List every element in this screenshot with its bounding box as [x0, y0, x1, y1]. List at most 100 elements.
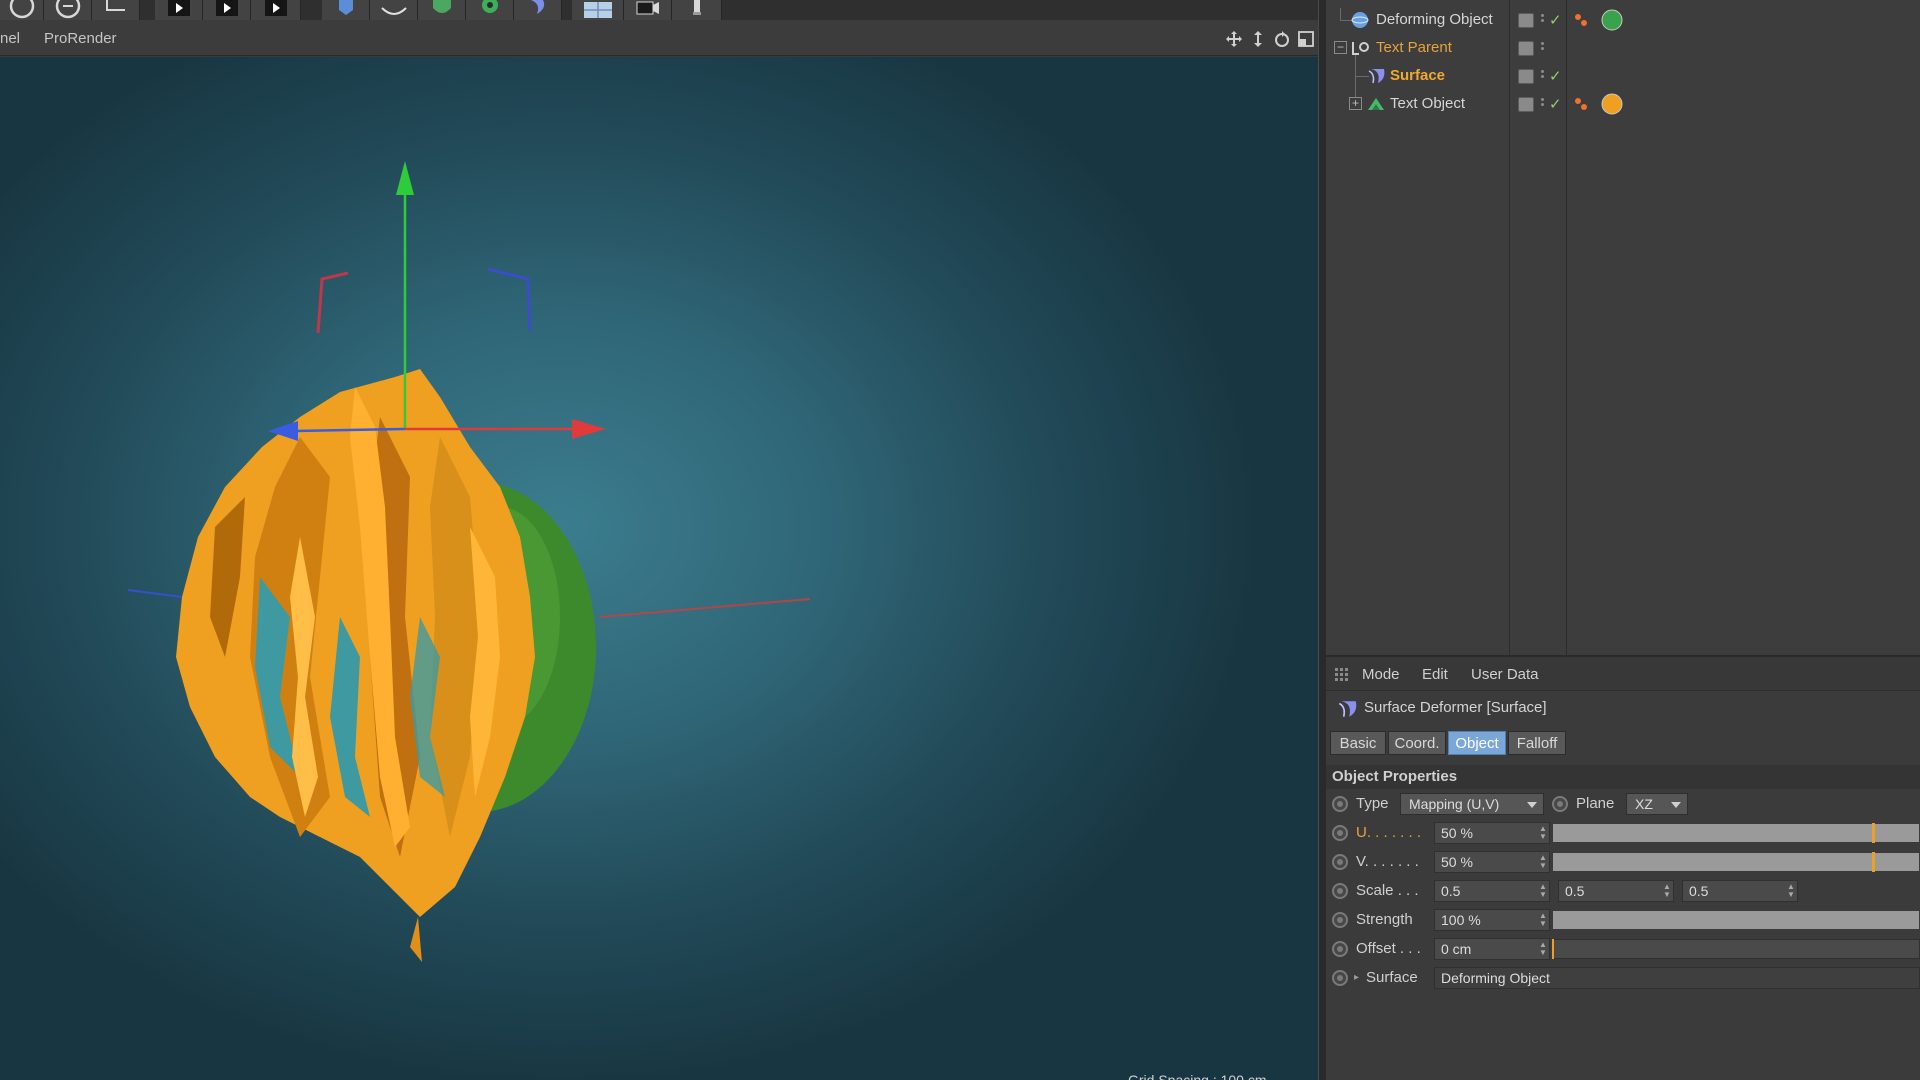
object-name[interactable]: Text Object: [1390, 95, 1465, 112]
scale-x-input[interactable]: 0.5 ▲ ▼: [1434, 880, 1550, 902]
animate-radio-icon[interactable]: [1332, 825, 1348, 841]
offset-value: 0 cm: [1441, 941, 1472, 957]
object-properties-header: Object Properties: [1326, 765, 1920, 789]
surface-deformer-icon: [1368, 69, 1385, 84]
layer-tag-icon[interactable]: [1518, 41, 1534, 56]
orange-material-tag-icon[interactable]: [1572, 93, 1628, 115]
stepper-icon[interactable]: ▲ ▼: [1539, 825, 1547, 841]
object-name[interactable]: Surface: [1390, 67, 1445, 84]
tab-falloff[interactable]: Falloff: [1508, 731, 1566, 755]
plane-dropdown[interactable]: XZ: [1626, 793, 1688, 815]
v-input[interactable]: 50 % ▲ ▼: [1434, 851, 1550, 873]
object-row-deforming-object[interactable]: Deforming Object ✓: [1326, 6, 1920, 34]
animate-radio-icon[interactable]: [1332, 912, 1348, 928]
scale-z-input[interactable]: 0.5 ▲ ▼: [1682, 880, 1798, 902]
strength-input[interactable]: 100 % ▲ ▼: [1434, 909, 1550, 931]
v-slider[interactable]: [1552, 852, 1920, 872]
visibility-dots-icon[interactable]: [1540, 40, 1545, 56]
spline-icon[interactable]: [370, 0, 418, 20]
scale-y-input[interactable]: 0.5 ▲ ▼: [1558, 880, 1674, 902]
enabled-check-icon[interactable]: ✓: [1549, 95, 1562, 113]
surface-link-field[interactable]: Deforming Object: [1434, 967, 1920, 989]
strength-slider[interactable]: [1552, 910, 1920, 930]
collapse-toggle-icon[interactable]: −: [1334, 41, 1347, 54]
animate-radio-icon[interactable]: [1332, 941, 1348, 957]
menu-user-data[interactable]: User Data: [1471, 666, 1539, 683]
deformer-icon[interactable]: [514, 0, 562, 20]
enabled-check-icon[interactable]: ✓: [1549, 67, 1562, 85]
u-slider[interactable]: [1552, 823, 1920, 843]
layer-tag-icon[interactable]: [1518, 97, 1534, 112]
animate-radio-icon[interactable]: [1332, 970, 1348, 986]
render-picture-viewer-icon[interactable]: [203, 0, 251, 20]
move-view-icon[interactable]: [1224, 29, 1244, 49]
object-row-surface[interactable]: Surface ✓: [1326, 62, 1920, 90]
animate-radio-icon[interactable]: [1552, 796, 1568, 812]
visibility-dots-icon[interactable]: [1540, 68, 1545, 84]
stepper-icon[interactable]: ▲ ▼: [1539, 912, 1547, 928]
3d-viewport[interactable]: Grid Spacing : 100 cm: [0, 57, 1318, 1080]
object-name[interactable]: Deforming Object: [1376, 11, 1493, 28]
tab-basic[interactable]: Basic: [1330, 731, 1386, 755]
animate-radio-icon[interactable]: [1332, 883, 1348, 899]
enabled-check-icon[interactable]: ✓: [1549, 11, 1562, 29]
prop-v-row: V. . . . . . . 50 % ▲ ▼: [1326, 850, 1920, 874]
floor-icon[interactable]: [572, 0, 624, 20]
animate-radio-icon[interactable]: [1332, 796, 1348, 812]
undo-icon[interactable]: [0, 0, 44, 20]
grip-icon[interactable]: [1334, 667, 1350, 683]
visibility-dots-icon[interactable]: [1540, 96, 1545, 112]
stepper-icon[interactable]: ▲ ▼: [1539, 854, 1547, 870]
type-dropdown[interactable]: Mapping (U,V): [1400, 793, 1544, 815]
rotate-view-icon[interactable]: [1272, 29, 1292, 49]
layer-tag-icon[interactable]: [1518, 13, 1534, 28]
tab-object[interactable]: Object: [1448, 731, 1506, 755]
cube-icon[interactable]: [322, 0, 370, 20]
scale-z-value: 0.5: [1689, 883, 1709, 899]
surface-link-value: Deforming Object: [1441, 970, 1550, 986]
render-view-icon[interactable]: [155, 0, 203, 20]
zoom-view-icon[interactable]: [1248, 29, 1268, 49]
expand-toggle-icon[interactable]: +: [1349, 97, 1362, 110]
expand-arrow-icon[interactable]: ▸: [1354, 972, 1359, 983]
stepper-icon[interactable]: ▲ ▼: [1539, 883, 1547, 899]
world-x-axis: [599, 598, 811, 618]
offset-input[interactable]: 0 cm ▲ ▼: [1434, 938, 1550, 960]
animate-radio-icon[interactable]: [1332, 854, 1348, 870]
stepper-icon[interactable]: ▲ ▼: [1539, 941, 1547, 957]
plane-value: XZ: [1635, 796, 1653, 812]
u-slider-handle[interactable]: [1872, 823, 1875, 843]
strength-value: 100 %: [1441, 912, 1481, 928]
toggle-view-icon[interactable]: [1296, 29, 1316, 49]
chevron-down-icon: [1527, 802, 1537, 808]
visibility-dots-icon[interactable]: [1540, 12, 1545, 28]
u-input[interactable]: 50 % ▲ ▼: [1434, 822, 1550, 844]
nurbs-icon[interactable]: [418, 0, 466, 20]
camera-icon[interactable]: [624, 0, 672, 20]
stepper-icon[interactable]: ▲ ▼: [1663, 883, 1671, 899]
object-row-text-parent[interactable]: − Text Parent: [1326, 34, 1920, 62]
panel-divider[interactable]: [1318, 0, 1326, 1080]
live-select-icon[interactable]: [92, 0, 140, 20]
menu-panel[interactable]: nel: [0, 30, 20, 47]
edit-render-settings-icon[interactable]: [251, 0, 301, 20]
layer-tag-icon[interactable]: [1518, 69, 1534, 84]
menu-prorender[interactable]: ProRender: [44, 30, 117, 47]
menu-edit[interactable]: Edit: [1422, 666, 1448, 683]
object-row-text-object[interactable]: + Text Object ✓: [1326, 90, 1920, 118]
offset-slider[interactable]: [1552, 939, 1920, 959]
object-name[interactable]: Text Parent: [1376, 39, 1452, 56]
menu-mode[interactable]: Mode: [1362, 666, 1400, 683]
tab-coord[interactable]: Coord.: [1388, 731, 1446, 755]
v-slider-handle[interactable]: [1872, 852, 1875, 872]
green-material-tag-icon[interactable]: [1572, 9, 1628, 31]
offset-slider-handle[interactable]: [1552, 939, 1554, 959]
sphere-object-icon: [1351, 12, 1369, 28]
prop-label-plane: Plane: [1576, 795, 1615, 812]
array-icon[interactable]: [466, 0, 514, 20]
u-value: 50 %: [1441, 825, 1473, 841]
null-object-icon: [1352, 42, 1369, 55]
stepper-icon[interactable]: ▲ ▼: [1787, 883, 1795, 899]
redo-icon[interactable]: [44, 0, 92, 20]
light-icon[interactable]: [672, 0, 722, 20]
